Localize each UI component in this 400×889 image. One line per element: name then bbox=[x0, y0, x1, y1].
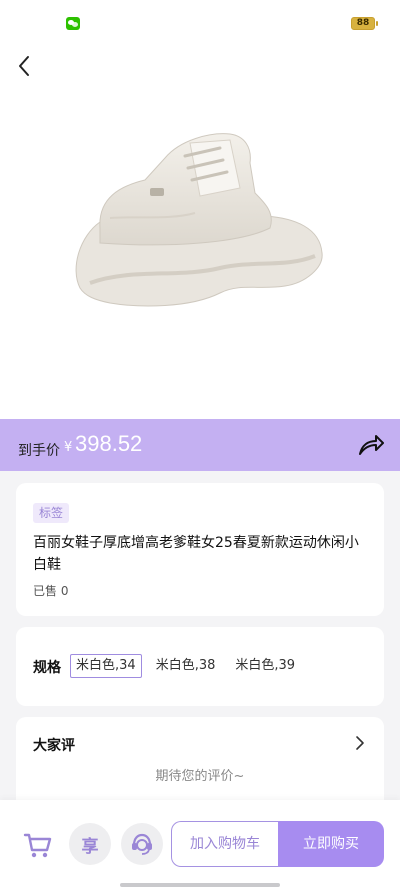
cart-button[interactable] bbox=[22, 829, 54, 861]
spec-option[interactable]: 米白色,38 bbox=[150, 654, 222, 678]
spec-label: 规格 bbox=[33, 660, 61, 676]
product-title: 百丽女鞋子厚底增高老爹鞋女25春夏新款运动休闲小白鞋 bbox=[33, 535, 359, 573]
spec-card: 规格 米白色,34 米白色,38 米白色,39 bbox=[16, 627, 384, 706]
home-indicator bbox=[120, 883, 280, 887]
share-earn-icon: 享 bbox=[81, 836, 99, 857]
price-label: 到手价 bbox=[18, 443, 60, 459]
cart-icon bbox=[23, 833, 52, 858]
reviews-empty-text: 期待您的评价~ bbox=[155, 769, 245, 784]
customer-service-button[interactable] bbox=[121, 823, 163, 865]
chevron-left-icon bbox=[19, 56, 29, 76]
spec-option[interactable]: 米白色,34 bbox=[70, 654, 142, 678]
share-earn-button[interactable]: 享 bbox=[69, 823, 111, 865]
back-button[interactable] bbox=[10, 52, 38, 80]
buy-now-button[interactable]: 立即购买 bbox=[278, 821, 384, 867]
sold-count: 已售 0 bbox=[33, 584, 69, 598]
product-info-card: 标签 百丽女鞋子厚底增高老爹鞋女25春夏新款运动休闲小白鞋 已售 0 bbox=[16, 483, 384, 616]
product-image bbox=[75, 133, 323, 307]
price-bar bbox=[0, 419, 400, 471]
chevron-right-icon[interactable] bbox=[352, 735, 368, 751]
share-button[interactable] bbox=[356, 432, 386, 458]
share-arrow-icon bbox=[359, 435, 384, 455]
customer-service-icon bbox=[132, 833, 152, 855]
add-to-cart-button[interactable]: 加入购物车 bbox=[171, 821, 278, 867]
battery-icon: 88 bbox=[351, 17, 378, 30]
tag-badge: 标签 bbox=[33, 503, 70, 523]
price-currency: ¥ bbox=[64, 440, 73, 455]
reviews-title: 大家评 bbox=[33, 738, 75, 754]
spec-option[interactable]: 米白色,39 bbox=[229, 654, 301, 678]
wechat-icon bbox=[66, 17, 80, 30]
status-bar: 88 bbox=[0, 0, 400, 44]
spec-options: 米白色,34 米白色,38 米白色,39 bbox=[70, 654, 301, 678]
price-value: 398.52 bbox=[75, 431, 143, 456]
